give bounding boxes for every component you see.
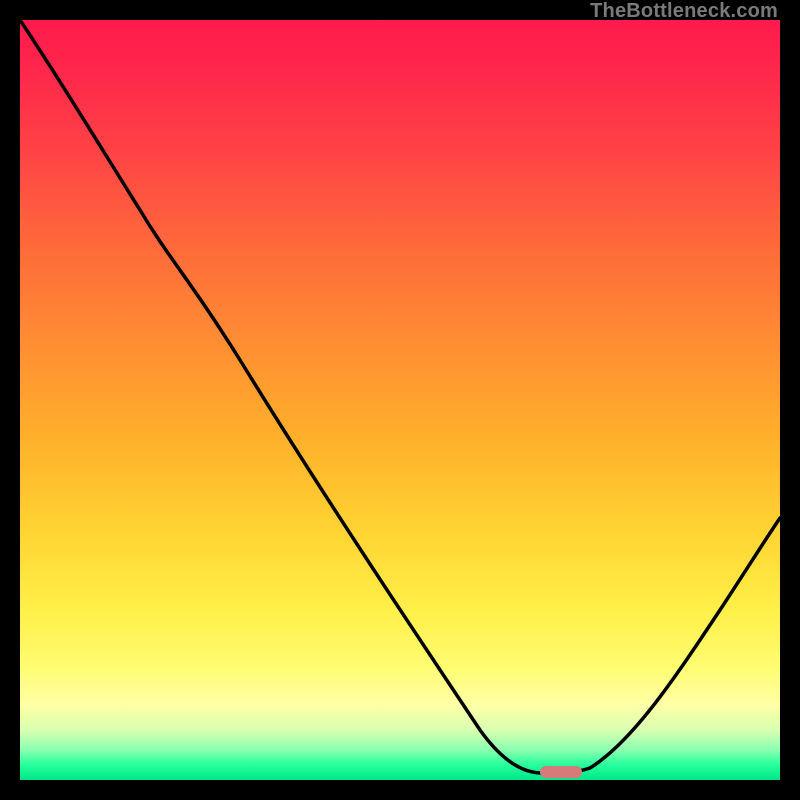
- optimum-marker: [540, 766, 582, 778]
- chart-svg: [20, 20, 780, 780]
- watermark-text: TheBottleneck.com: [590, 0, 778, 23]
- bottleneck-curve: [20, 20, 780, 773]
- chart-frame: TheBottleneck.com: [0, 0, 800, 800]
